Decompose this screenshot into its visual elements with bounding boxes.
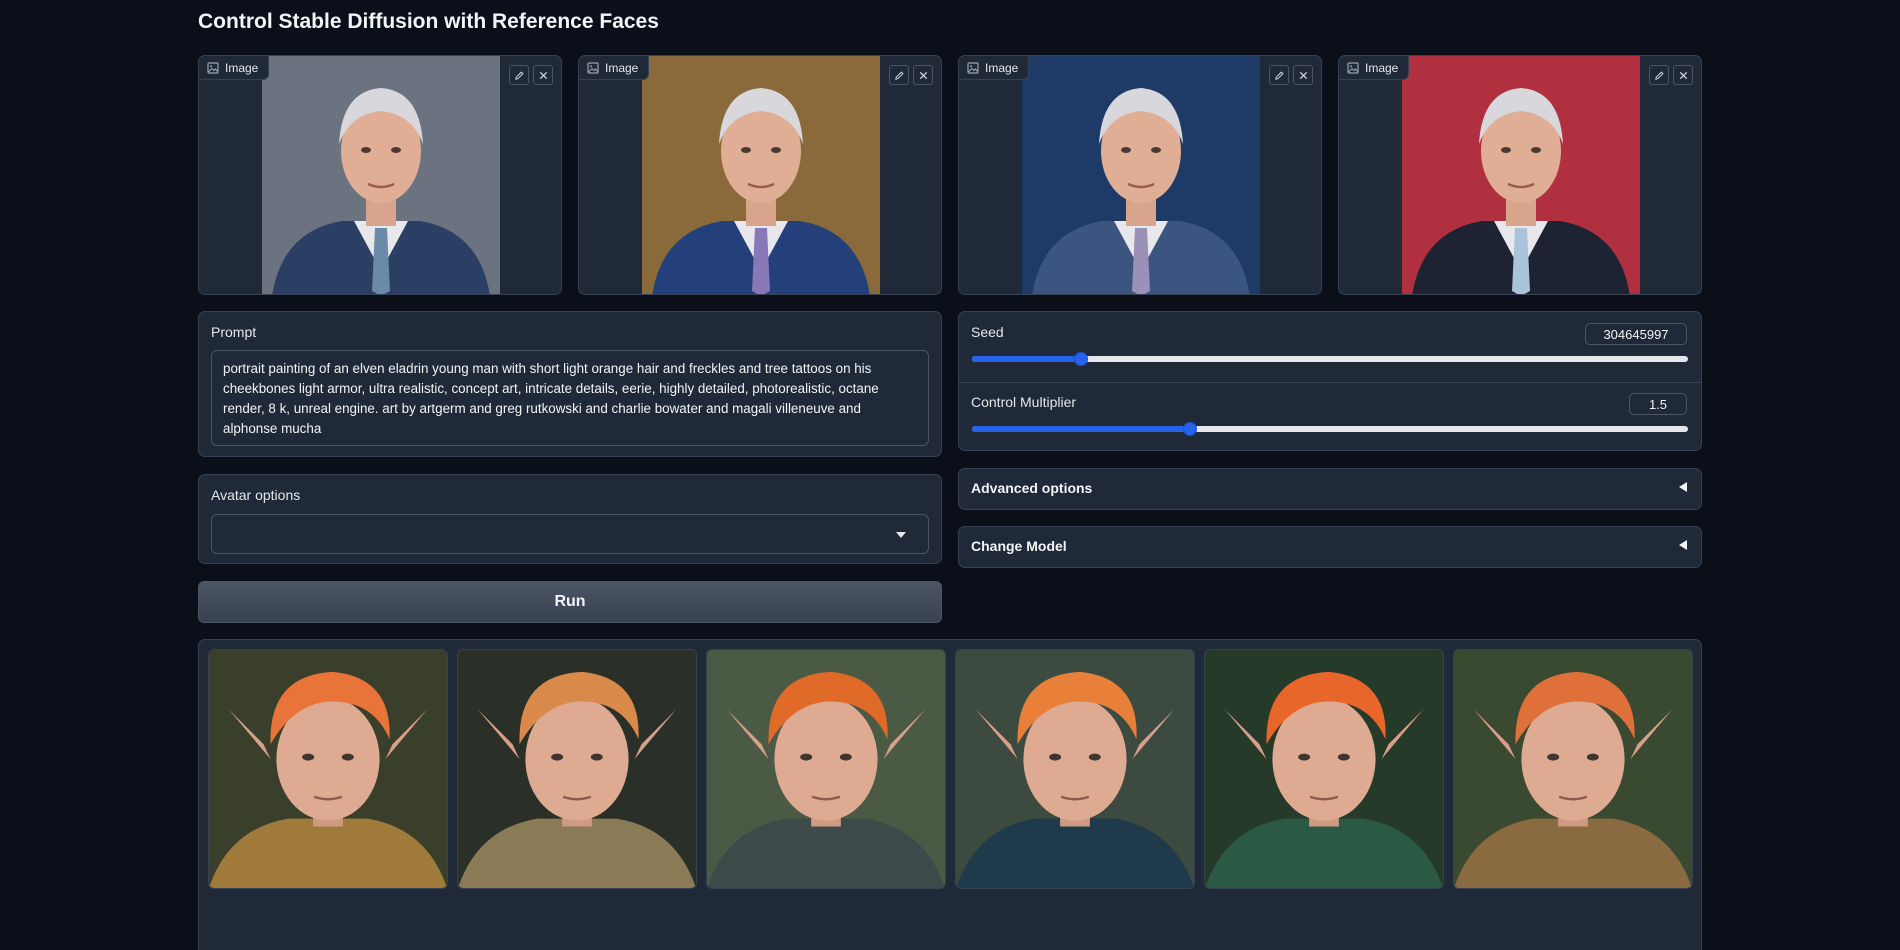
image-label-text: Image <box>1365 60 1399 75</box>
close-icon <box>1299 71 1307 79</box>
control-multiplier-label: Control Multiplier <box>971 394 1077 410</box>
image-label-text: Image <box>605 60 639 75</box>
page-title: Control Stable Diffusion with Reference … <box>198 10 659 33</box>
edit-image-button[interactable] <box>889 65 909 85</box>
clear-image-button[interactable] <box>533 65 553 85</box>
seed-slider-thumb[interactable] <box>1073 352 1088 366</box>
prompt-label: Prompt <box>211 324 257 340</box>
generated-image <box>209 650 447 888</box>
image-icon <box>587 61 599 74</box>
reference-image-panel[interactable]: Image <box>578 55 942 295</box>
reference-portrait-image <box>1022 56 1260 294</box>
advanced-options-title: Advanced options <box>971 480 1093 496</box>
image-icon <box>207 61 219 74</box>
image-icon <box>967 61 979 74</box>
image-label: Image <box>579 56 650 80</box>
prompt-textarea[interactable] <box>211 350 929 446</box>
pencil-icon <box>894 70 904 80</box>
avatar-options-dropdown[interactable] <box>211 514 929 554</box>
reference-image-panel[interactable]: Image <box>1338 55 1702 295</box>
generated-image <box>707 650 945 888</box>
image-label: Image <box>1339 56 1410 80</box>
slider-divider <box>959 382 1701 383</box>
change-model-accordion[interactable]: Change Model <box>958 526 1702 568</box>
clear-image-button[interactable] <box>913 65 933 85</box>
reference-portrait-image <box>1402 56 1640 294</box>
avatar-options-label: Avatar options <box>211 487 301 503</box>
generated-image <box>1205 650 1443 888</box>
pencil-icon <box>1274 70 1284 80</box>
generated-image <box>1454 650 1692 888</box>
seed-number-input[interactable]: 304645997 <box>1585 323 1687 345</box>
gallery-thumbnail[interactable] <box>457 649 697 889</box>
clear-image-button[interactable] <box>1673 65 1693 85</box>
advanced-options-accordion[interactable]: Advanced options <box>958 468 1702 510</box>
reference-image-panel[interactable]: Image <box>198 55 562 295</box>
control-multiplier-number-input[interactable]: 1.5 <box>1629 393 1687 415</box>
image-label-text: Image <box>985 60 1019 75</box>
gallery-thumbnail[interactable] <box>706 649 946 889</box>
image-label: Image <box>959 56 1030 80</box>
edit-image-button[interactable] <box>1649 65 1669 85</box>
gallery-thumbnail[interactable] <box>208 649 448 889</box>
gallery-thumbnail[interactable] <box>1204 649 1444 889</box>
seed-label: Seed <box>971 324 1004 340</box>
close-icon <box>919 71 927 79</box>
control-multiplier-slider-fill <box>972 426 1191 432</box>
reference-portrait-image <box>262 56 500 294</box>
output-gallery <box>198 639 1702 950</box>
close-icon <box>1679 71 1687 79</box>
image-icon <box>1347 61 1359 74</box>
seed-slider[interactable] <box>972 352 1688 366</box>
control-multiplier-slider-thumb[interactable] <box>1183 422 1198 436</box>
prompt-panel: Prompt <box>198 311 942 457</box>
image-label-text: Image <box>225 60 259 75</box>
pencil-icon <box>514 70 524 80</box>
clear-image-button[interactable] <box>1293 65 1313 85</box>
reference-portrait-image <box>642 56 880 294</box>
gallery-thumbnail[interactable] <box>955 649 1195 889</box>
edit-image-button[interactable] <box>509 65 529 85</box>
seed-slider-fill <box>972 356 1081 362</box>
close-icon <box>539 71 547 79</box>
pencil-icon <box>1654 70 1664 80</box>
collapse-arrow-icon <box>1679 482 1687 492</box>
generated-image <box>458 650 696 888</box>
reference-image-panel[interactable]: Image <box>958 55 1322 295</box>
avatar-options-panel: Avatar options <box>198 474 942 564</box>
run-button[interactable]: Run <box>198 581 942 623</box>
sliders-panel: Seed 304645997 Control Multiplier 1.5 <box>958 311 1702 451</box>
image-label: Image <box>199 56 270 80</box>
gallery-thumbnail[interactable] <box>1453 649 1693 889</box>
chevron-down-icon <box>896 532 906 538</box>
edit-image-button[interactable] <box>1269 65 1289 85</box>
change-model-title: Change Model <box>971 538 1067 554</box>
control-multiplier-slider[interactable] <box>972 422 1688 436</box>
collapse-arrow-icon <box>1679 540 1687 550</box>
generated-image <box>956 650 1194 888</box>
